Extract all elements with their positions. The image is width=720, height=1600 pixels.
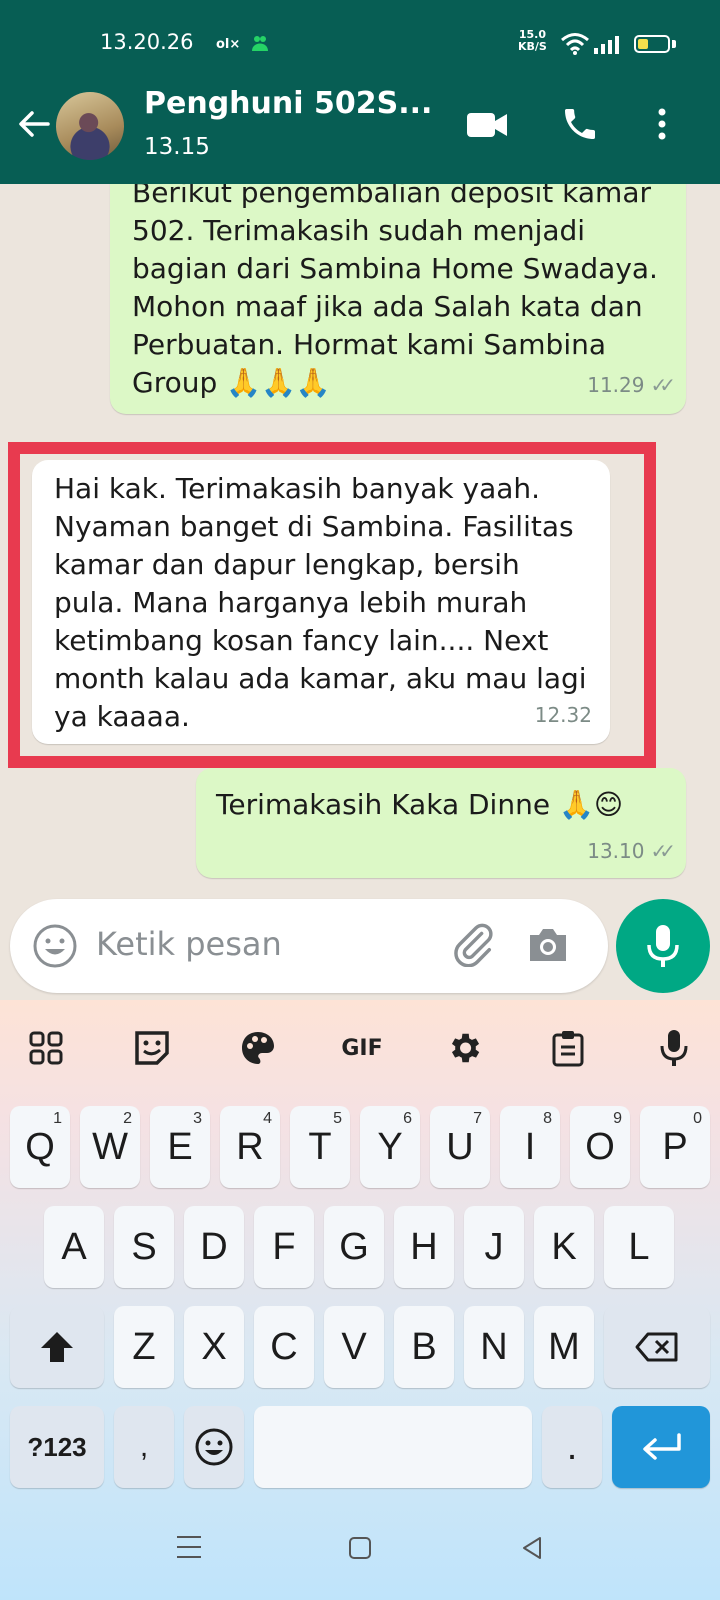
palette-icon[interactable] <box>230 1020 286 1076</box>
comma-key[interactable]: , <box>114 1406 174 1488</box>
key-m[interactable]: M <box>534 1306 594 1388</box>
message-bubble-outgoing[interactable]: Terimakasih Kaka Dinne 🙏😊 13.10 ✓✓ <box>196 768 686 878</box>
message-meta: 11.29 ✓✓ <box>587 366 676 404</box>
key-n[interactable]: N <box>464 1306 524 1388</box>
key-z[interactable]: Z <box>114 1306 174 1388</box>
status-time: 13.20.26 <box>100 30 194 54</box>
space-key[interactable] <box>254 1406 532 1488</box>
key-g[interactable]: G <box>324 1206 384 1288</box>
symbols-key[interactable]: ?123 <box>10 1406 104 1488</box>
attach-icon[interactable] <box>450 921 496 967</box>
read-ticks-icon: ✓✓ <box>650 839 675 863</box>
enter-icon <box>643 1433 681 1460</box>
key-b[interactable]: B <box>394 1306 454 1388</box>
contact-status: 13.15 <box>144 134 210 160</box>
shift-icon <box>41 1332 73 1362</box>
shift-key[interactable] <box>10 1306 104 1388</box>
key-i[interactable]: I8 <box>500 1106 560 1188</box>
message-input[interactable]: Ketik pesan <box>96 925 282 963</box>
message-text: Berikut pengembalian deposit kamar 502. … <box>132 184 658 399</box>
chat-area[interactable]: Berikut pengembalian deposit kamar 502. … <box>0 184 720 1000</box>
message-text: Hai kak. Terimakasih banyak yaah. Nyaman… <box>54 472 587 733</box>
sticker-icon[interactable] <box>124 1020 180 1076</box>
key-x[interactable]: X <box>184 1306 244 1388</box>
back-nav-icon[interactable] <box>518 1534 546 1562</box>
message-meta: 13.10 ✓✓ <box>587 832 676 870</box>
message-composer[interactable]: Ketik pesan <box>10 899 608 993</box>
back-arrow-icon[interactable] <box>14 104 54 144</box>
backspace-icon <box>635 1332 678 1362</box>
key-d[interactable]: D <box>184 1206 244 1288</box>
key-t[interactable]: T5 <box>290 1106 350 1188</box>
key-e[interactable]: E3 <box>150 1106 210 1188</box>
key-o[interactable]: O9 <box>570 1106 630 1188</box>
mic-icon <box>647 925 679 967</box>
keyboard-mic-icon[interactable] <box>646 1020 702 1076</box>
key-k[interactable]: K <box>534 1206 594 1288</box>
key-v[interactable]: V <box>324 1306 384 1388</box>
app-notification-icon <box>252 36 268 51</box>
status-bar: 13.20.26 ol× 15.0 KB/S <box>0 0 720 90</box>
voice-call-icon[interactable] <box>560 104 600 144</box>
key-w[interactable]: W2 <box>80 1106 140 1188</box>
backspace-key[interactable] <box>604 1306 710 1388</box>
app-header: 13.20.26 ol× 15.0 KB/S Penghuni 502S... … <box>0 0 720 184</box>
avatar[interactable] <box>56 92 124 160</box>
message-time: 11.29 <box>587 373 645 397</box>
keyboard: GIF Q1 W2 E3 R4 T5 Y6 U7 I8 O9 P0 A S D … <box>0 1000 720 1600</box>
key-q[interactable]: Q1 <box>10 1106 70 1188</box>
emoji-icon[interactable] <box>32 923 78 969</box>
key-a[interactable]: A <box>44 1206 104 1288</box>
contact-name[interactable]: Penghuni 502S... <box>144 86 432 121</box>
net-speed: 15.0 KB/S <box>518 28 547 53</box>
wifi-icon <box>561 33 589 55</box>
clipboard-icon[interactable] <box>540 1020 596 1076</box>
key-s[interactable]: S <box>114 1206 174 1288</box>
key-c[interactable]: C <box>254 1306 314 1388</box>
message-bubble-incoming[interactable]: Hai kak. Terimakasih banyak yaah. Nyaman… <box>32 460 610 744</box>
more-options-icon[interactable] <box>650 104 674 144</box>
period-key[interactable]: . <box>542 1406 602 1488</box>
key-r[interactable]: R4 <box>220 1106 280 1188</box>
read-ticks-icon: ✓✓ <box>650 373 675 397</box>
key-f[interactable]: F <box>254 1206 314 1288</box>
key-h[interactable]: H <box>394 1206 454 1288</box>
gif-button[interactable]: GIF <box>332 1020 392 1076</box>
key-y[interactable]: Y6 <box>360 1106 420 1188</box>
message-time: 12.32 <box>534 703 592 727</box>
video-call-icon[interactable] <box>466 108 508 142</box>
voice-message-button[interactable] <box>616 899 710 993</box>
enter-key[interactable] <box>612 1406 710 1488</box>
message-bubble-outgoing[interactable]: Berikut pengembalian deposit kamar 502. … <box>110 184 686 414</box>
apps-icon[interactable] <box>18 1020 74 1076</box>
settings-icon[interactable] <box>436 1020 492 1076</box>
recent-apps-icon[interactable] <box>174 1534 204 1560</box>
key-j[interactable]: J <box>464 1206 524 1288</box>
message-time: 13.10 <box>587 839 645 863</box>
home-icon[interactable] <box>346 1534 374 1562</box>
key-l[interactable]: L <box>604 1206 674 1288</box>
camera-icon[interactable] <box>526 925 570 965</box>
emoji-keyboard-icon <box>195 1428 233 1466</box>
key-p[interactable]: P0 <box>640 1106 710 1188</box>
key-u[interactable]: U7 <box>430 1106 490 1188</box>
message-text: Terimakasih Kaka Dinne 🙏😊 <box>216 788 624 821</box>
battery-icon <box>634 35 670 53</box>
emoji-key[interactable] <box>184 1406 244 1488</box>
notification-icon: ol× <box>216 37 241 52</box>
signal-icon <box>594 36 619 54</box>
